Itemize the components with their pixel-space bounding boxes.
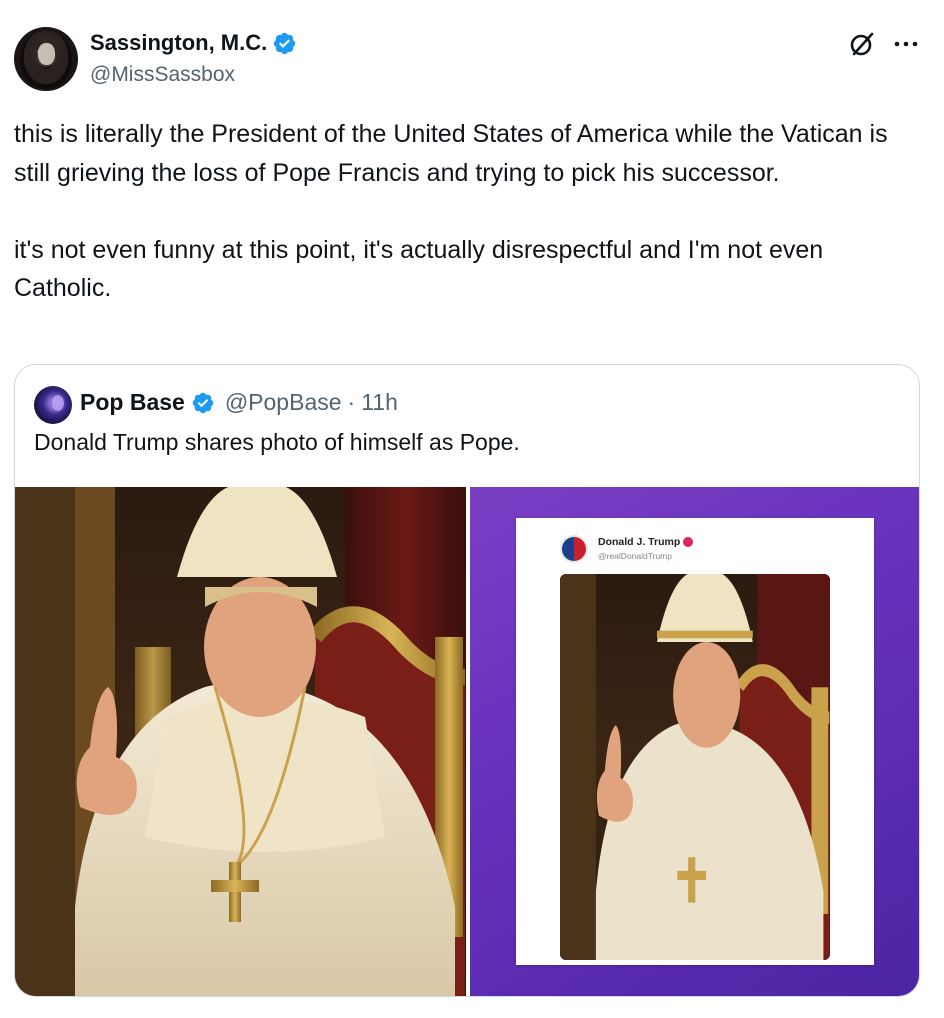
quote-timestamp[interactable]: 11h: [361, 389, 398, 416]
quote-author-handle[interactable]: @PopBase: [225, 389, 342, 416]
pope-portrait-illustration: [15, 487, 466, 996]
grok-icon[interactable]: [848, 30, 876, 58]
quote-header: Pop Base @PopBase · 11h: [80, 389, 398, 416]
verified-badge-icon: [192, 392, 214, 413]
quote-image-post-screenshot[interactable]: Donald J. Trump @realDonaldTrump: [470, 487, 919, 996]
embedded-post-photo: [560, 574, 830, 960]
quote-image-pope-portrait[interactable]: [15, 487, 466, 996]
embedded-post-avatar: [560, 535, 588, 563]
quote-separator: ·: [347, 389, 356, 415]
embedded-post-card: Donald J. Trump @realDonaldTrump: [516, 518, 874, 965]
author-handle[interactable]: @MissSassbox: [90, 63, 235, 87]
embedded-post-author: Donald J. Trump: [598, 536, 694, 548]
quoted-tweet[interactable]: Pop Base @PopBase · 11h Donald Trump sha…: [14, 364, 920, 997]
tweet-text: this is literally the President of the U…: [14, 120, 888, 302]
author-avatar[interactable]: [14, 27, 78, 91]
author-name-text: Sassington, M.C.: [90, 30, 268, 55]
pope-portrait-illustration-small: [560, 574, 830, 960]
embedded-post-author-name: Donald J. Trump: [598, 536, 681, 548]
quote-author-name[interactable]: Pop Base: [80, 389, 185, 416]
verified-badge-icon: [274, 32, 296, 54]
embedded-verified-icon: [683, 537, 694, 547]
author-display-name[interactable]: Sassington, M.C.: [90, 30, 297, 56]
quote-text: Donald Trump shares photo of himself as …: [34, 429, 520, 455]
tweet[interactable]: Sassington, M.C. @MissSassbox this is li…: [0, 0, 944, 1018]
more-options-icon[interactable]: [892, 30, 920, 58]
quote-author-avatar[interactable]: [34, 386, 72, 424]
embedded-post-handle: @realDonaldTrump: [598, 551, 672, 561]
